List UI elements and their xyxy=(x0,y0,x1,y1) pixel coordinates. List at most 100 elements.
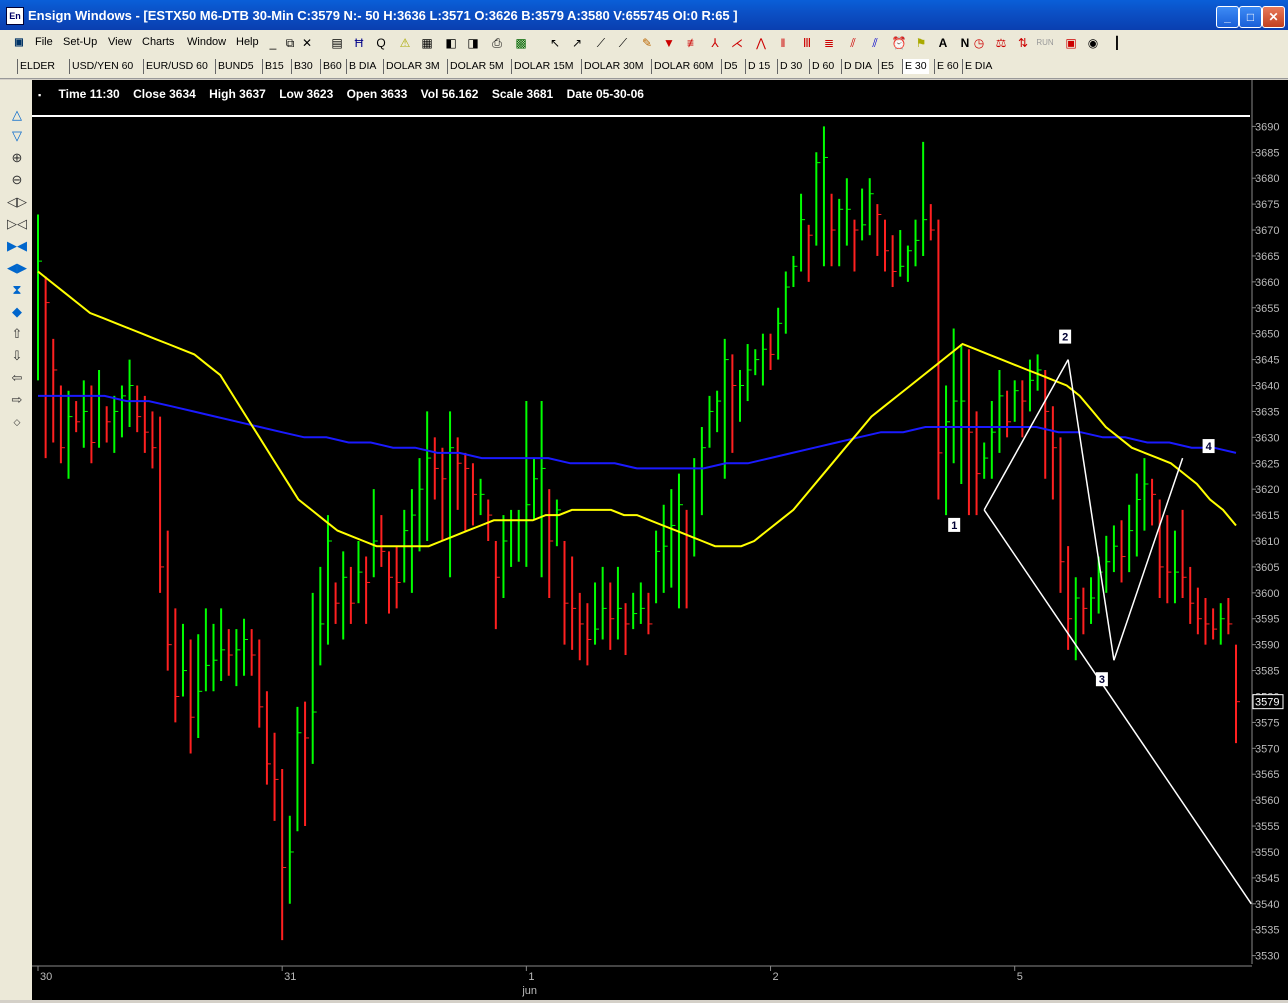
menu-window[interactable]: Window xyxy=(187,36,226,48)
arrow-down-icon[interactable]: ▼ xyxy=(660,34,678,52)
fibonacci-icon[interactable]: ≢ xyxy=(684,34,702,52)
zoom-in-icon[interactable]: ⊕ xyxy=(7,149,27,167)
sort-icon[interactable]: ⇅ xyxy=(1014,34,1032,52)
maximize-icon[interactable]: □ xyxy=(1239,6,1262,28)
tab-b30[interactable]: B30 xyxy=(291,59,315,74)
menu-help[interactable]: Help xyxy=(236,36,259,48)
arrow-up-icon[interactable]: ⇧ xyxy=(7,325,27,343)
tab-dolar-60m[interactable]: DOLAR 60M xyxy=(651,59,716,74)
clock-icon[interactable]: ⏰ xyxy=(890,34,908,52)
y-tick-label: 3560 xyxy=(1255,795,1279,807)
tab-d60[interactable]: D 60 xyxy=(809,59,836,74)
windows-icon[interactable]: ▤ xyxy=(328,34,346,52)
price-chart-panel[interactable]: 3690 3685 3680 3675 3670 3665 3660 3655 3650 3645… xyxy=(32,80,1288,1000)
query-icon[interactable]: Q xyxy=(372,34,390,52)
pin-icon[interactable]: ┃ xyxy=(1108,34,1126,52)
tab-dolar-15m[interactable]: DOLAR 15M xyxy=(511,59,576,74)
tab-usd-yen-60[interactable]: USD/YEN 60 xyxy=(69,59,135,74)
tab-b15[interactable]: B15 xyxy=(262,59,286,74)
tab-e5[interactable]: E5 xyxy=(878,59,896,74)
tab-e30-active[interactable]: E 30 xyxy=(902,59,929,74)
y-tick-label: 3680 xyxy=(1255,173,1279,185)
menu-file[interactable]: File xyxy=(35,36,53,48)
wave-icon[interactable]: ⋀ xyxy=(752,34,770,52)
pattern-label-4: 4 xyxy=(1206,441,1213,453)
tab-eur-usd-60[interactable]: EUR/USD 60 xyxy=(143,59,210,74)
parallel-icon[interactable]: ⫽ xyxy=(866,34,884,52)
text-a-icon[interactable]: A xyxy=(934,34,952,52)
y-tick-label: 3595 xyxy=(1255,614,1279,626)
restore-child-icon[interactable]: ⧉ xyxy=(281,34,299,52)
expand-horizontal-icon[interactable]: ▷◁ xyxy=(7,215,27,233)
y-tick-label: 3530 xyxy=(1255,951,1279,963)
close-child-icon[interactable]: ✕ xyxy=(298,34,316,52)
tab-b60[interactable]: B60 xyxy=(320,59,344,74)
run-icon[interactable]: RUN xyxy=(1036,34,1054,52)
esp-icon[interactable]: ◨ xyxy=(464,34,482,52)
info-vol-value: 56.162 xyxy=(441,87,479,101)
compress-horizontal-icon[interactable]: ◁▷ xyxy=(7,193,27,211)
y-tick-label: 3655 xyxy=(1255,303,1279,315)
print-icon[interactable]: ⎙ xyxy=(488,34,506,52)
arrow-down-icon[interactable]: ⇩ xyxy=(7,347,27,365)
tab-b-dia[interactable]: B DIA xyxy=(346,59,378,74)
shift-vertical-icon[interactable]: ◆ xyxy=(7,303,27,321)
scale-icon[interactable]: ⚖ xyxy=(992,34,1010,52)
y-tick-label: 3585 xyxy=(1255,666,1279,678)
arrow-left-icon[interactable]: ⇦ xyxy=(7,369,27,387)
fit-vertical-icon[interactable]: ⧗ xyxy=(7,281,27,299)
close-icon[interactable]: ✕ xyxy=(1262,6,1285,28)
tab-e60[interactable]: E 60 xyxy=(934,59,961,74)
trendline-icon[interactable]: ⟋ xyxy=(592,34,610,52)
tab-d15[interactable]: D 15 xyxy=(745,59,772,74)
shift-horizontal-icon[interactable]: ◀▶ xyxy=(7,259,27,277)
tab-d5[interactable]: D5 xyxy=(721,59,739,74)
zoom-out-icon[interactable]: ⊖ xyxy=(7,171,27,189)
timer-icon[interactable]: ◷ xyxy=(970,34,988,52)
scroll-up-icon[interactable]: △ xyxy=(7,106,27,124)
cycle-icon[interactable]: ‖ xyxy=(774,34,792,52)
arrow-right-icon[interactable]: ⇨ xyxy=(7,391,27,409)
tab-dolar-3m[interactable]: DOLAR 3M xyxy=(383,59,442,74)
fit-horizontal-icon[interactable]: ▶◀ xyxy=(7,237,27,255)
reset-icon[interactable]: ◇ xyxy=(7,413,27,431)
fan-icon[interactable]: ⅄ xyxy=(706,34,724,52)
y-tick-label: 3545 xyxy=(1255,873,1279,885)
minimize-icon[interactable]: _ xyxy=(1216,6,1239,28)
exit-icon[interactable]: ▩ xyxy=(512,34,530,52)
y-tick-label: 3615 xyxy=(1255,510,1279,522)
bell-icon[interactable]: ⚑ xyxy=(912,34,930,52)
info-vol-label: Vol xyxy=(420,87,439,101)
gann-icon[interactable]: ⋌ xyxy=(728,34,746,52)
alert-icon[interactable]: ⚠ xyxy=(396,34,414,52)
minimize-child-icon[interactable]: _ xyxy=(264,34,282,52)
menu-charts[interactable]: Charts xyxy=(142,36,174,48)
tab-elder[interactable]: ELDER xyxy=(17,59,57,74)
time-lines-icon[interactable]: Ⅲ xyxy=(798,34,816,52)
menu-view[interactable]: View xyxy=(108,36,132,48)
chart-tab-bar: ELDER USD/YEN 60 EUR/USD 60 BUND5 B15 B3… xyxy=(0,56,1288,79)
x-tick-label: 2 xyxy=(773,971,779,983)
quote-icon[interactable]: Ħ xyxy=(350,34,368,52)
info-scale-label: Scale xyxy=(491,87,524,101)
scroll-down-icon[interactable]: ▽ xyxy=(7,127,27,145)
tab-e-dia[interactable]: E DIA xyxy=(962,59,994,74)
levels-icon[interactable]: ≣ xyxy=(820,34,838,52)
cursor-line-icon[interactable]: ↗ xyxy=(568,34,586,52)
y-tick-label: 3575 xyxy=(1255,717,1279,729)
table-icon[interactable]: ▦ xyxy=(418,34,436,52)
document-icon[interactable]: ▣ xyxy=(10,34,28,52)
channel-icon[interactable]: ⫽ xyxy=(844,34,862,52)
tab-d-dia[interactable]: D DIA xyxy=(841,59,874,74)
tab-dolar-5m[interactable]: DOLAR 5M xyxy=(447,59,506,74)
pointer-icon[interactable]: ↖ xyxy=(546,34,564,52)
pencil-icon[interactable]: ✎ xyxy=(638,34,656,52)
trendline-ext-icon[interactable]: ⟋ xyxy=(614,34,632,52)
dde-icon[interactable]: ◧ xyxy=(442,34,460,52)
record-icon[interactable]: ▣ xyxy=(1062,34,1080,52)
globe-icon[interactable]: ◉ xyxy=(1084,34,1102,52)
tab-d30[interactable]: D 30 xyxy=(777,59,804,74)
menu-setup[interactable]: Set-Up xyxy=(63,36,97,48)
tab-dolar-30m[interactable]: DOLAR 30M xyxy=(581,59,646,74)
tab-bund5[interactable]: BUND5 xyxy=(215,59,256,74)
